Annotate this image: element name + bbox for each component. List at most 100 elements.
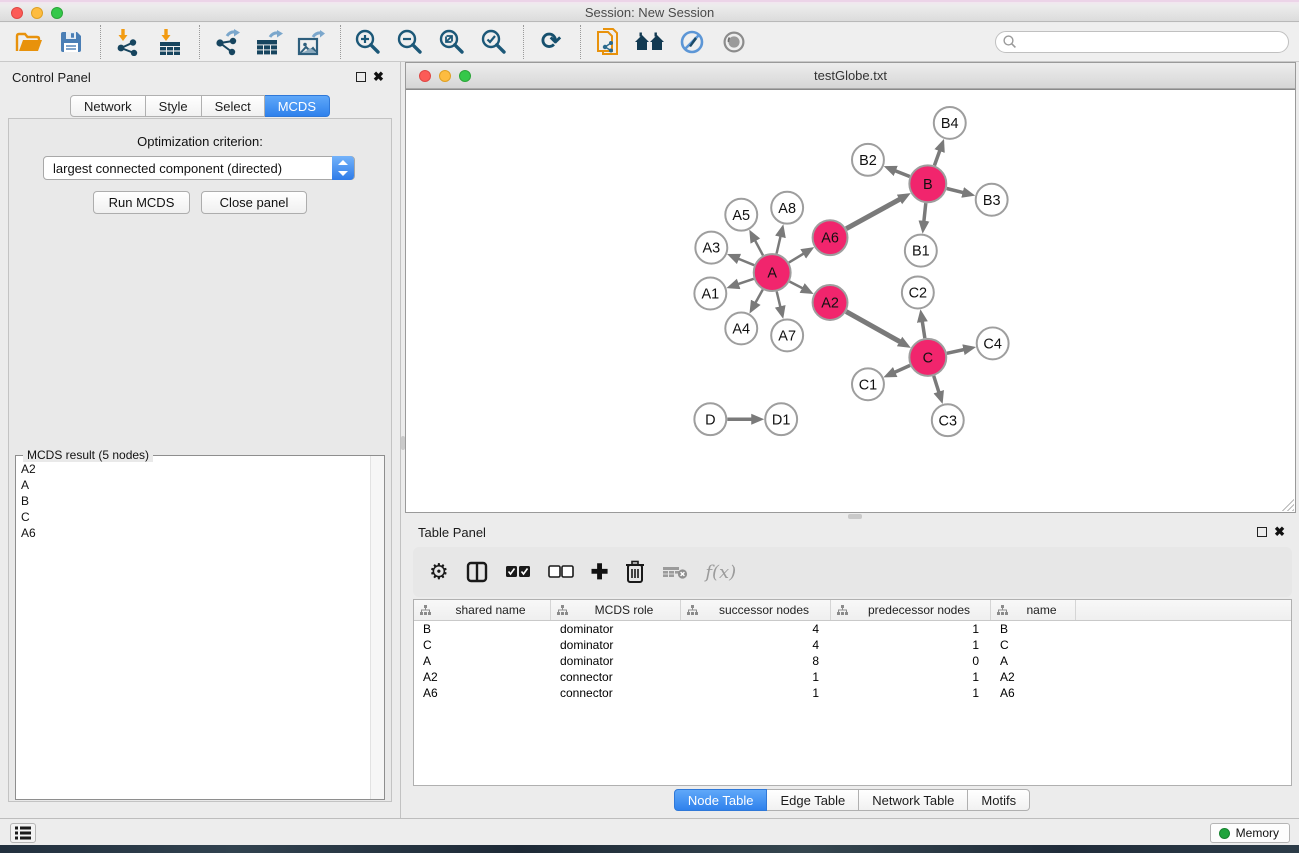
result-item[interactable]: A6 (21, 525, 365, 541)
zoom-selected-button[interactable] (477, 25, 511, 59)
network-canvas[interactable]: B4B2BB3A8A5A6A3B1AC2A1A2A4A7C4CC1C3DD1 (406, 89, 1295, 512)
table-cell: C (414, 638, 551, 652)
tab-node-table[interactable]: Node Table (674, 789, 768, 811)
network-graph[interactable]: B4B2BB3A8A5A6A3B1AC2A1A2A4A7C4CC1C3DD1 (406, 90, 1295, 512)
run-mcds-button[interactable]: Run MCDS (93, 191, 190, 214)
export-table-button[interactable] (252, 25, 286, 59)
graph-edge-C-C2[interactable] (922, 321, 925, 338)
table-row[interactable]: Bdominator41B (414, 621, 1291, 637)
splitter-handle[interactable] (848, 514, 862, 519)
result-item[interactable]: C (21, 509, 365, 525)
graph-edge-B-B3[interactable] (947, 188, 964, 192)
export-network-button[interactable] (210, 25, 244, 59)
graph-edge-C-C4[interactable] (947, 349, 965, 353)
tab-motifs[interactable]: Motifs (968, 789, 1030, 811)
tab-mcds[interactable]: MCDS (265, 95, 330, 117)
open-browser-button[interactable] (633, 25, 667, 59)
table-settings-button[interactable]: ⚙ (429, 561, 449, 583)
select-all-columns-button[interactable] (505, 565, 531, 579)
mcds-result-box: MCDS result (5 nodes) A2ABCA6 (15, 455, 385, 800)
zoom-fit-button[interactable] (435, 25, 469, 59)
close-panel-icon[interactable]: ✖ (373, 72, 384, 82)
zoom-in-button[interactable] (351, 25, 385, 59)
close-panel-button[interactable]: Close panel (201, 191, 307, 214)
save-session-button[interactable] (54, 25, 88, 59)
select-stepper-icon[interactable] (332, 156, 354, 180)
show-graphics-button[interactable] (717, 25, 751, 59)
graph-edge-B-B1[interactable] (924, 203, 926, 222)
task-history-button[interactable] (10, 823, 36, 843)
toolbar-separator (523, 25, 524, 59)
column-header-name[interactable]: name (991, 600, 1076, 620)
graph-edge-A-A5[interactable] (755, 240, 763, 255)
search-input[interactable] (1018, 35, 1288, 49)
graph-node-label: A (767, 266, 777, 282)
column-header-MCDS-role[interactable]: MCDS role (551, 600, 681, 620)
graph-edge-B-B2[interactable] (895, 171, 910, 177)
zoom-out-button[interactable] (393, 25, 427, 59)
import-network-button[interactable] (111, 25, 145, 59)
graph-edge-A-A3[interactable] (738, 259, 754, 266)
column-type-icon (557, 605, 568, 616)
open-session-button[interactable] (12, 25, 46, 59)
search-field[interactable] (995, 31, 1289, 53)
horizontal-splitter[interactable] (405, 513, 1299, 520)
import-table-button[interactable] (153, 25, 187, 59)
column-header-predecessor-nodes[interactable]: predecessor nodes (831, 600, 991, 620)
graph-node-label: B2 (859, 153, 877, 169)
function-builder-button[interactable]: f(x) (705, 562, 736, 583)
graph-node-label: C (923, 350, 933, 366)
table-cell: 4 (681, 622, 831, 636)
column-header-shared-name[interactable]: shared name (414, 600, 551, 620)
table-row[interactable]: Cdominator41C (414, 637, 1291, 653)
toggle-style-button[interactable] (675, 25, 709, 59)
result-item[interactable]: B (21, 493, 365, 509)
tab-network[interactable]: Network (70, 95, 146, 117)
show-columns-button[interactable] (466, 561, 488, 583)
tab-style[interactable]: Style (146, 95, 202, 117)
graph-edge-B-B4[interactable] (934, 150, 940, 165)
graph-edge-A2-C[interactable] (846, 312, 900, 342)
column-header-successor-nodes[interactable]: successor nodes (681, 600, 831, 620)
float-panel-icon[interactable] (1257, 527, 1267, 537)
graph-edge-A-A6[interactable] (789, 253, 804, 262)
tab-network-table[interactable]: Network Table (859, 789, 968, 811)
table-row[interactable]: Adominator80A (414, 653, 1291, 669)
memory-button[interactable]: Memory (1210, 823, 1290, 843)
graph-edge-C-C3[interactable] (934, 376, 939, 393)
graph-node-label: A6 (821, 231, 839, 247)
table-row[interactable]: A6connector11A6 (414, 685, 1291, 701)
apply-layout-button[interactable]: ⟳ (534, 25, 568, 59)
create-column-button[interactable]: ✚ (591, 562, 609, 583)
graph-edge-A-A8[interactable] (777, 236, 781, 254)
table-cell: A (991, 654, 1076, 668)
graph-node-label: C4 (983, 336, 1001, 352)
table-panel-title: Table Panel (418, 525, 486, 540)
tab-edge-table[interactable]: Edge Table (767, 789, 859, 811)
clone-network-button[interactable] (591, 25, 625, 59)
result-item[interactable]: A (21, 477, 365, 493)
graph-edge-A-A7[interactable] (777, 291, 781, 307)
graph-edge-A6-B[interactable] (846, 199, 900, 229)
table-cell: dominator (551, 654, 681, 668)
export-image-button[interactable] (294, 25, 328, 59)
graph-edge-C-C1[interactable] (894, 365, 910, 372)
close-panel-icon[interactable]: ✖ (1274, 527, 1285, 537)
deselect-all-columns-button[interactable] (548, 565, 574, 579)
graph-edge-A-A2[interactable] (789, 282, 803, 289)
result-item[interactable]: A2 (21, 461, 365, 477)
graph-edge-A-A4[interactable] (755, 290, 762, 304)
delete-table-button[interactable] (662, 564, 688, 580)
result-scrollbar[interactable] (370, 456, 384, 799)
tab-select[interactable]: Select (202, 95, 265, 117)
resize-grip[interactable] (1281, 498, 1294, 511)
import-network-icon (115, 28, 141, 56)
float-panel-icon[interactable] (356, 72, 366, 82)
node-table[interactable]: shared nameMCDS rolesuccessor nodesprede… (413, 599, 1292, 786)
criterion-select[interactable]: largest connected component (directed) (43, 156, 355, 180)
table-row[interactable]: A2connector11A2 (414, 669, 1291, 685)
delete-column-button[interactable] (625, 560, 645, 584)
network-window-titlebar[interactable]: testGlobe.txt (406, 63, 1295, 89)
export-network-icon (213, 28, 241, 56)
graph-edge-A-A1[interactable] (738, 279, 754, 284)
